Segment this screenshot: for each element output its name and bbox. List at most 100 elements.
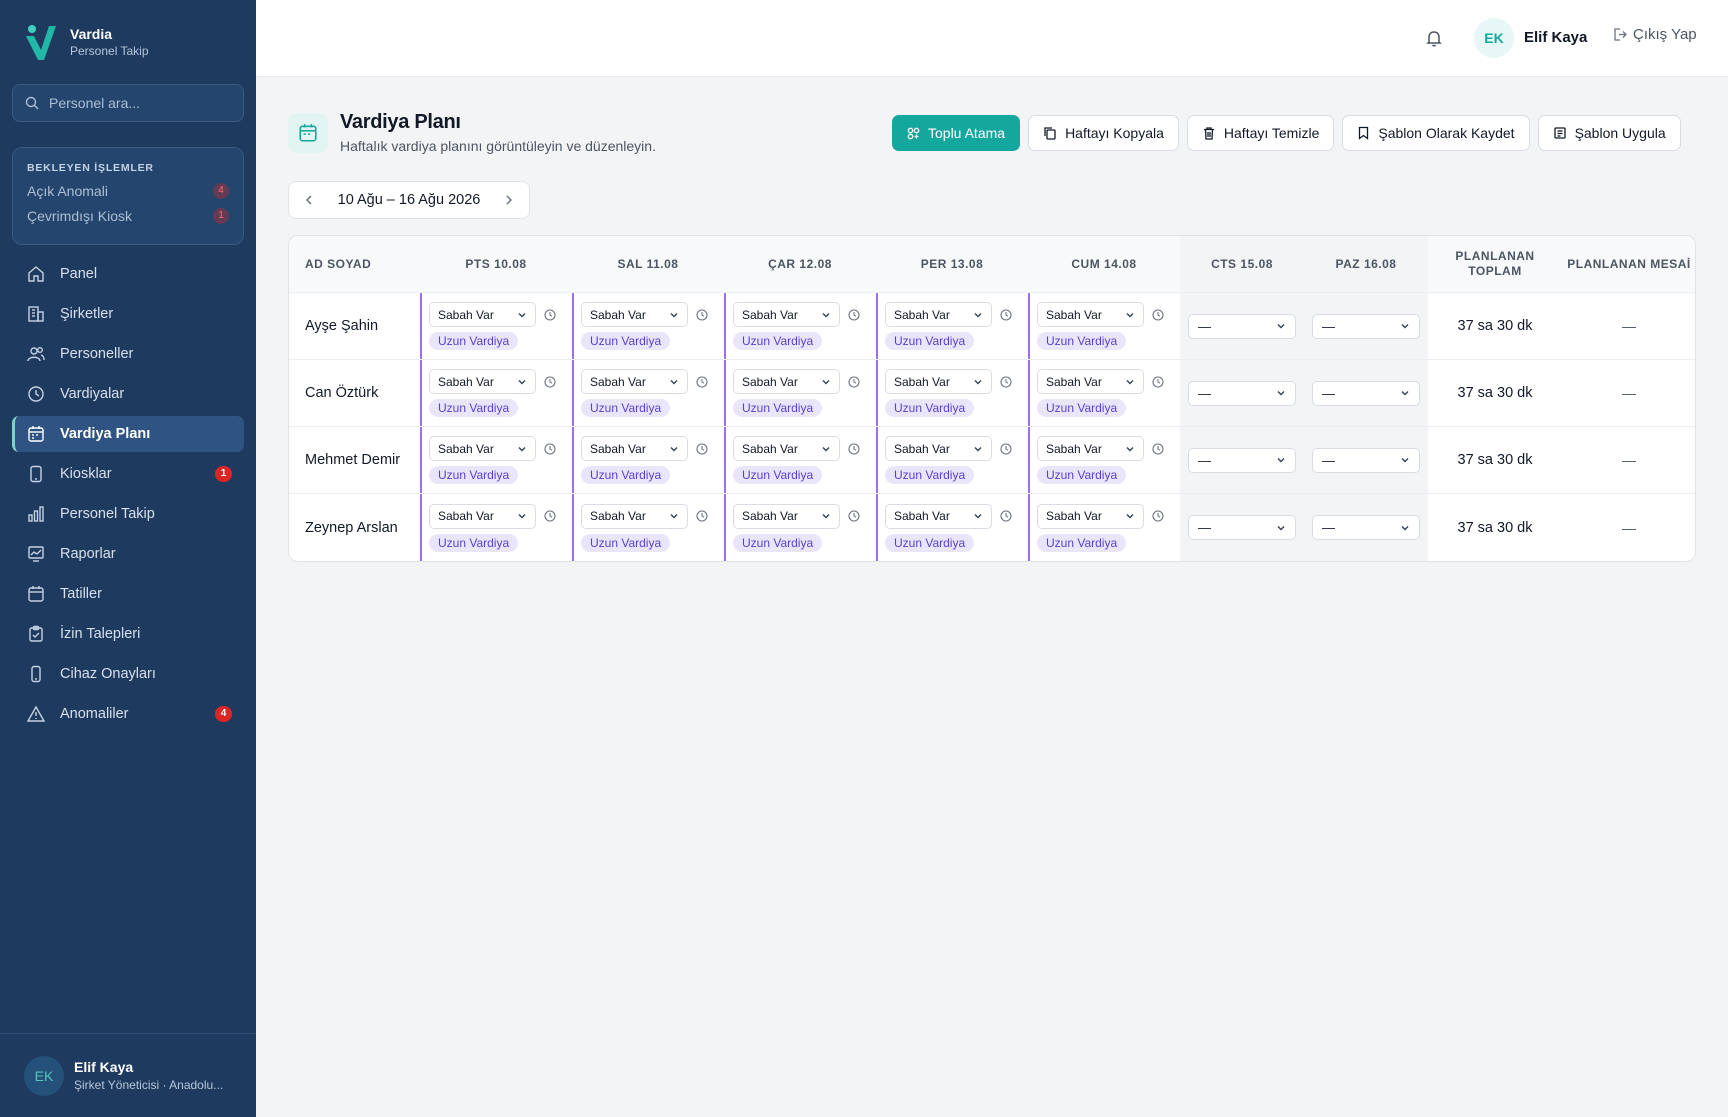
bell-icon[interactable] [1424, 28, 1444, 48]
clock-icon[interactable] [696, 442, 708, 455]
search-input[interactable] [49, 95, 239, 111]
clock-icon[interactable] [696, 510, 708, 522]
shift-select-value: — [1322, 318, 1335, 334]
shift-select[interactable]: Sabah Var [733, 503, 840, 529]
shift-select[interactable]: — [1312, 515, 1420, 540]
sidebar-item-staff[interactable]: Personeller [12, 336, 244, 372]
planned-total-cell: 37 sa 30 dk [1428, 494, 1562, 561]
planned-overtime-cell: — [1562, 494, 1695, 561]
sidebar-user[interactable]: EK Elif Kaya Şirket Yöneticisi · Anadolu… [0, 1033, 256, 1117]
shift-select[interactable]: Sabah Var [581, 503, 688, 529]
clock-icon[interactable] [544, 510, 556, 522]
calendar-blank-icon [26, 584, 46, 604]
logout-button[interactable]: Çıkış Yap [1612, 26, 1697, 43]
sidebar-item-anomalies[interactable]: Anomaliler 4 [12, 696, 244, 732]
shift-select[interactable]: Sabah Var [885, 436, 992, 461]
clock-icon[interactable] [544, 442, 556, 455]
shift-select[interactable]: Sabah Var [581, 302, 688, 327]
shift-type-tag: Uzun Vardiya [581, 466, 671, 484]
clock-icon[interactable] [544, 308, 556, 321]
planned-overtime: — [1622, 385, 1636, 401]
shift-select[interactable]: Sabah Var [1037, 436, 1144, 461]
shift-select[interactable]: Sabah Var [1037, 503, 1144, 529]
clock-icon[interactable] [1000, 375, 1012, 388]
chevron-down-icon [1277, 458, 1285, 463]
shift-select[interactable]: Sabah Var [885, 302, 992, 327]
shift-select[interactable]: Sabah Var [429, 503, 536, 529]
clock-icon[interactable] [696, 375, 708, 388]
chevron-down-icon [1126, 379, 1134, 384]
clock-icon[interactable] [1152, 308, 1164, 321]
home-icon [26, 264, 46, 284]
sidebar-item-shift-plan[interactable]: Vardiya Planı [12, 416, 244, 452]
chevron-left-icon[interactable] [303, 194, 315, 206]
clock-icon[interactable] [848, 510, 860, 522]
sidebar-item-panel[interactable]: Panel [12, 256, 244, 292]
search-icon [25, 96, 39, 110]
sidebar-item-staff-tracking[interactable]: Personel Takip [12, 496, 244, 532]
bulk-assign-button[interactable]: Toplu Atama [892, 115, 1021, 151]
sidebar-item-leave-requests[interactable]: İzin Talepleri [12, 616, 244, 652]
chevron-down-icon [822, 312, 830, 317]
sidebar-item-holidays[interactable]: Tatiller [12, 576, 244, 612]
shift-select[interactable]: Sabah Var [429, 369, 536, 394]
clock-icon[interactable] [848, 375, 860, 388]
shift-select[interactable]: — [1188, 515, 1296, 540]
clear-week-button[interactable]: Haftayı Temizle [1186, 115, 1335, 151]
shift-select[interactable]: — [1312, 447, 1420, 473]
clock-icon[interactable] [848, 442, 860, 455]
shift-select[interactable]: Sabah Var [429, 436, 536, 461]
kiosk-count-badge: 1 [215, 466, 232, 482]
sidebar-item-kiosks[interactable]: Kiosklar 1 [12, 456, 244, 492]
shift-select[interactable]: Sabah Var [429, 302, 536, 327]
sidebar-item-device-approvals[interactable]: Cihaz Onayları [12, 656, 244, 692]
shift-cell: Sabah Var Uzun Vardiya [1028, 494, 1180, 561]
bookmark-icon [1359, 126, 1369, 140]
shift-select[interactable]: Sabah Var [1037, 302, 1144, 327]
employee-name: Zeynep Arslan [305, 519, 398, 536]
chevron-right-icon[interactable] [503, 194, 515, 206]
copy-week-button[interactable]: Haftayı Kopyala [1028, 115, 1179, 151]
shift-select[interactable]: Sabah Var [885, 369, 992, 394]
save-template-button[interactable]: Şablon Olarak Kaydet [1342, 115, 1530, 151]
shift-type-tag: Uzun Vardiya [733, 533, 823, 552]
shift-select-value: — [1322, 452, 1335, 468]
shift-select-value: — [1198, 520, 1211, 535]
avatar[interactable]: EK [1474, 18, 1514, 58]
shift-select[interactable]: — [1312, 380, 1420, 406]
week-range: 10 Ağu – 16 Ağu 2026 [337, 192, 481, 208]
clock-icon[interactable] [848, 308, 860, 321]
shift-select[interactable]: Sabah Var [1037, 369, 1144, 394]
pending-item-anomaly[interactable]: Açık Anomali 4 [27, 183, 229, 199]
clock-icon[interactable] [1000, 442, 1012, 455]
clock-icon[interactable] [1152, 442, 1164, 455]
sidebar-nav: Panel Şirketler Personeller Vardiyalar V… [12, 256, 244, 736]
shift-select[interactable]: — [1188, 313, 1296, 339]
shift-select[interactable]: Sabah Var [581, 436, 688, 461]
shift-cell: Sabah Var Uzun Vardiya [876, 494, 1028, 561]
header-day: PER 13.08 [920, 256, 984, 271]
shift-cell: Sabah Var Uzun Vardiya [724, 427, 876, 493]
shift-select[interactable]: Sabah Var [581, 369, 688, 394]
clock-icon[interactable] [1152, 375, 1164, 388]
pending-item-label: Çevrimdışı Kiosk [27, 208, 133, 224]
sidebar-item-companies[interactable]: Şirketler [12, 296, 244, 332]
clock-icon[interactable] [1152, 510, 1164, 522]
sidebar-item-shifts[interactable]: Vardiyalar [12, 376, 244, 412]
shift-select[interactable]: Sabah Var [885, 503, 992, 529]
shift-select[interactable]: — [1188, 447, 1296, 473]
user-name[interactable]: Elif Kaya [1524, 29, 1587, 46]
apply-template-button[interactable]: Şablon Uygula [1537, 115, 1681, 151]
shift-select[interactable]: Sabah Var [733, 369, 840, 394]
shift-select[interactable]: Sabah Var [733, 436, 840, 461]
brand[interactable]: Vardia Personel Takip [24, 22, 149, 62]
shift-select[interactable]: — [1188, 380, 1296, 406]
pending-item-offline-kiosk[interactable]: Çevrimdışı Kiosk 1 [27, 208, 229, 224]
shift-select[interactable]: — [1312, 313, 1420, 339]
clock-icon[interactable] [1000, 510, 1012, 522]
shift-select[interactable]: Sabah Var [733, 302, 840, 327]
sidebar-item-reports[interactable]: Raporlar [12, 536, 244, 572]
clock-icon[interactable] [1000, 308, 1012, 321]
clock-icon[interactable] [696, 308, 708, 321]
clock-icon[interactable] [544, 375, 556, 388]
